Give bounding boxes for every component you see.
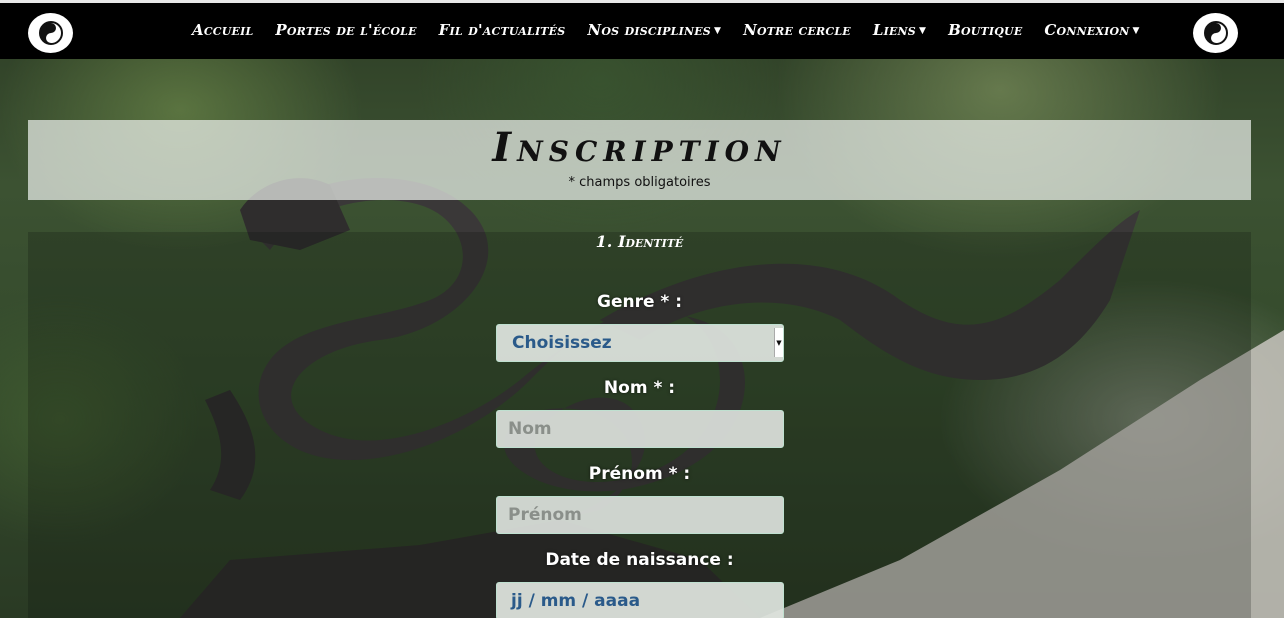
genre-select-value: Choisissez: [496, 324, 784, 362]
select-arrow-icon: ▼: [774, 328, 783, 357]
nav-item-actualites[interactable]: Fil d'actualités: [439, 21, 566, 39]
date-placeholder: jj / mm / aaaa: [511, 591, 641, 611]
identity-form: 1. Identité Genre * : Choisissez ▼ Nom *…: [28, 232, 1251, 618]
yin-yang-icon: [1203, 21, 1228, 45]
date-naissance-input[interactable]: jj / mm / aaaa: [496, 582, 784, 618]
date-naissance-label: Date de naissance :: [545, 550, 734, 570]
nav-menu: Accueil Portes de l'école Fil d'actualit…: [192, 21, 1162, 39]
nom-label: Nom * :: [603, 378, 676, 398]
genre-select[interactable]: Choisissez ▼: [496, 324, 784, 362]
page-title: Inscription: [492, 124, 787, 171]
title-panel: Inscription * champs obligatoires: [28, 120, 1251, 200]
nom-input[interactable]: [496, 410, 784, 448]
nav-item-liens[interactable]: Liens ▼: [873, 21, 926, 39]
nav-item-boutique[interactable]: Boutique: [948, 21, 1022, 39]
yin-yang-icon: [38, 21, 63, 45]
nav-label: Nos disciplines: [587, 21, 711, 39]
nav-label: Boutique: [948, 21, 1023, 39]
nav-label: Notre cercle: [743, 21, 851, 39]
prenom-input[interactable]: [496, 496, 784, 534]
nav-item-connexion[interactable]: Connexion ▼: [1044, 21, 1139, 39]
nav-label: Portes de l'école: [275, 21, 417, 39]
caret-down-icon: ▼: [1132, 26, 1140, 36]
nav-label: Fil d'actualités: [438, 21, 566, 39]
nav-label: Accueil: [192, 21, 254, 39]
nav-label: Connexion: [1044, 21, 1130, 39]
nav-item-cercle[interactable]: Notre cercle: [743, 21, 851, 39]
logo-right[interactable]: [1193, 13, 1238, 53]
logo-left[interactable]: [28, 13, 73, 53]
nav-item-portes[interactable]: Portes de l'école: [275, 21, 416, 39]
caret-down-icon: ▼: [713, 26, 722, 36]
required-fields-note: * champs obligatoires: [568, 175, 711, 190]
prenom-label: Prénom * :: [588, 464, 691, 484]
genre-label: Genre * :: [596, 292, 683, 312]
nav-item-accueil[interactable]: Accueil: [192, 21, 253, 39]
nav-item-disciplines[interactable]: Nos disciplines ▼: [587, 21, 721, 39]
main-navbar: Accueil Portes de l'école Fil d'actualit…: [0, 0, 1284, 59]
section-title-identite: 1. Identité: [595, 232, 684, 251]
caret-down-icon: ▼: [918, 26, 927, 36]
nav-label: Liens: [872, 21, 916, 39]
